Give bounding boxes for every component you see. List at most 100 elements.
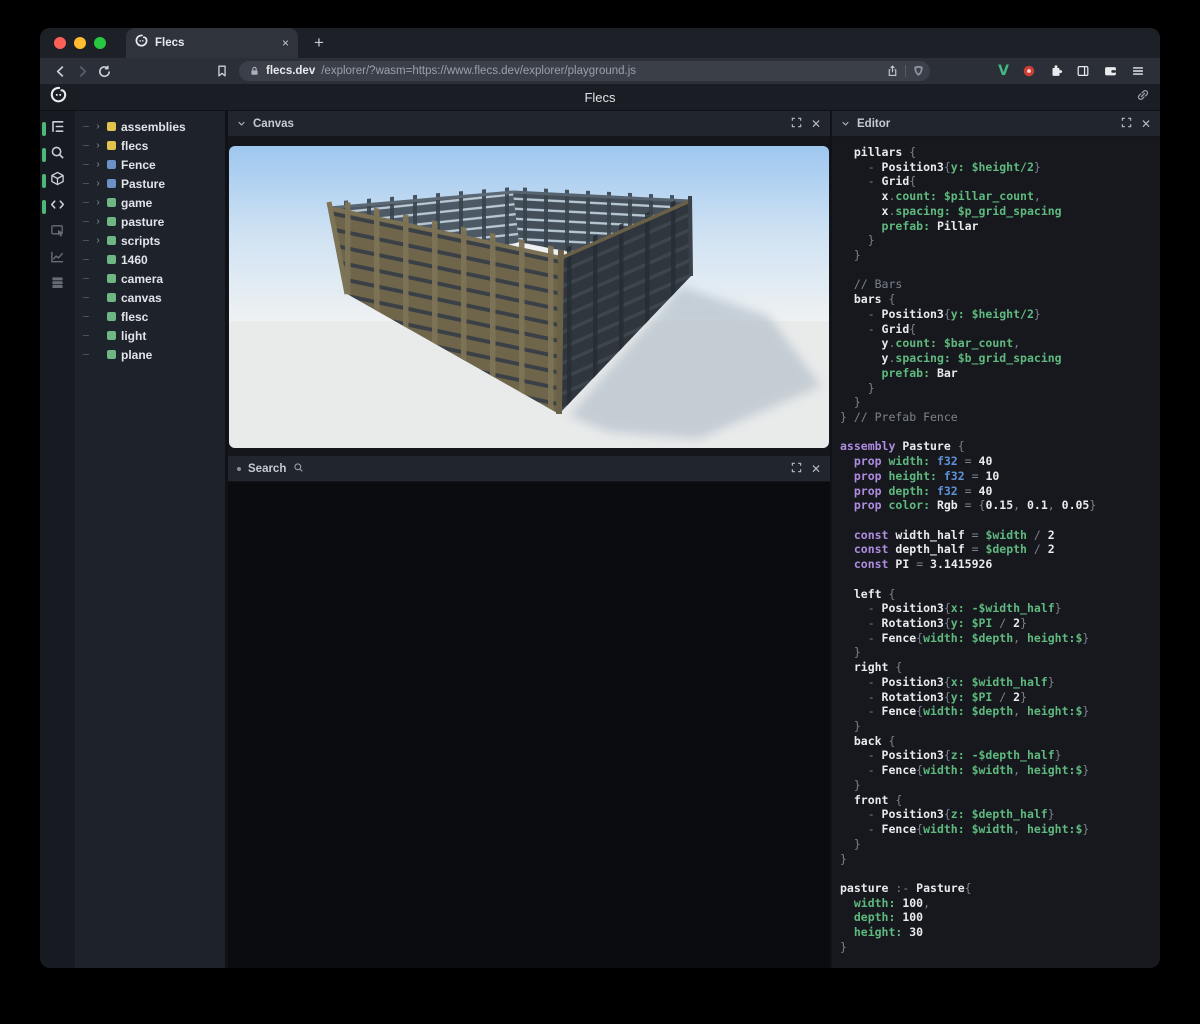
tab-close-icon[interactable]: × <box>282 37 289 49</box>
code-line[interactable]: } <box>840 837 1160 852</box>
expand-chevron-icon[interactable]: › <box>94 236 102 246</box>
sidebar-toggle-icon[interactable] <box>1076 64 1090 78</box>
code-line[interactable]: prop color: Rgb = {0.15, 0.1, 0.05} <box>840 498 1160 513</box>
reload-icon[interactable] <box>93 61 115 81</box>
code-line[interactable]: - Grid{ <box>840 322 1160 337</box>
canvas-panel-header[interactable]: Canvas ✕ <box>228 111 830 137</box>
close-window-button[interactable] <box>54 37 66 49</box>
code-line[interactable]: x.count: $pillar_count, <box>840 189 1160 204</box>
extensions-puzzle-icon[interactable] <box>1049 64 1063 78</box>
expand-chevron-icon[interactable]: › <box>94 198 102 208</box>
code-line[interactable]: - Position3{y: $height/2} <box>840 160 1160 175</box>
tree-item-light[interactable]: light <box>75 326 225 345</box>
code-line[interactable]: } <box>840 940 1160 955</box>
close-icon[interactable]: ✕ <box>1141 118 1151 130</box>
code-line[interactable]: depth: 100 <box>840 910 1160 925</box>
tree-item-game[interactable]: ›game <box>75 193 225 212</box>
close-icon[interactable]: ✕ <box>811 463 821 475</box>
minimize-window-button[interactable] <box>74 37 86 49</box>
rail-item-tree-view-icon[interactable] <box>40 120 75 138</box>
rail-item-code-icon[interactable] <box>40 198 75 216</box>
vue-devtools-icon[interactable]: V <box>998 63 1009 79</box>
code-line[interactable]: - Rotation3{y: $PI / 2} <box>840 616 1160 631</box>
code-line[interactable]: // Bars <box>840 277 1160 292</box>
code-line[interactable]: } <box>840 645 1160 660</box>
code-line[interactable]: - Fence{width: $width, height:$} <box>840 822 1160 837</box>
code-line[interactable]: prop height: f32 = 10 <box>840 469 1160 484</box>
collapsed-dot-icon[interactable] <box>237 467 241 471</box>
code-line[interactable]: - Fence{width: $depth, height:$} <box>840 631 1160 646</box>
code-line[interactable]: } <box>840 233 1160 248</box>
code-line[interactable]: assembly Pasture { <box>840 439 1160 454</box>
rail-item-search-icon[interactable] <box>40 146 75 164</box>
code-line[interactable]: prop width: f32 = 40 <box>840 454 1160 469</box>
close-icon[interactable]: ✕ <box>811 118 821 130</box>
wallet-icon[interactable] <box>1103 64 1118 78</box>
3d-viewport[interactable] <box>229 146 829 448</box>
code-line[interactable]: } // Prefab Fence <box>840 410 1160 425</box>
code-line[interactable]: - Position3{x: -$width_half} <box>840 601 1160 616</box>
chevron-down-icon[interactable] <box>841 115 850 133</box>
code-line[interactable]: - Fence{width: $depth, height:$} <box>840 704 1160 719</box>
code-line[interactable]: right { <box>840 660 1160 675</box>
code-line[interactable]: y.spacing: $b_grid_spacing <box>840 351 1160 366</box>
expand-chevron-icon[interactable]: › <box>94 179 102 189</box>
expand-chevron-icon[interactable]: › <box>94 160 102 170</box>
rail-item-chart-icon[interactable] <box>40 250 75 268</box>
expand-chevron-icon[interactable]: › <box>94 217 102 227</box>
chevron-down-icon[interactable] <box>237 115 246 133</box>
code-line[interactable]: - Position3{z: -$depth_half} <box>840 748 1160 763</box>
code-line[interactable]: } <box>840 719 1160 734</box>
tree-item-Fence[interactable]: ›Fence <box>75 155 225 174</box>
brave-shield-icon[interactable] <box>912 64 925 78</box>
code-line[interactable]: } <box>840 778 1160 793</box>
rail-item-tables-icon[interactable] <box>40 276 75 294</box>
code-line[interactable]: - Position3{x: $width_half} <box>840 675 1160 690</box>
flecs-logo-icon[interactable] <box>50 86 67 108</box>
code-line[interactable]: prefab: Bar <box>840 366 1160 381</box>
code-line[interactable]: left { <box>840 587 1160 602</box>
fullscreen-icon[interactable] <box>791 115 802 133</box>
share-icon[interactable] <box>886 64 899 78</box>
tree-item-flecs[interactable]: ›flecs <box>75 136 225 155</box>
code-line[interactable]: - Position3{z: $depth_half} <box>840 807 1160 822</box>
extension-red-icon[interactable] <box>1022 64 1036 78</box>
code-line[interactable]: const depth_half = $depth / 2 <box>840 542 1160 557</box>
code-line[interactable] <box>840 866 1160 881</box>
menu-hamburger-icon[interactable] <box>1131 64 1145 78</box>
code-line[interactable]: } <box>840 395 1160 410</box>
rail-item-cube-icon[interactable] <box>40 172 75 190</box>
code-line[interactable]: } <box>840 852 1160 867</box>
code-line[interactable] <box>840 263 1160 278</box>
code-line[interactable]: prefab: Pillar <box>840 219 1160 234</box>
code-line[interactable]: pillars { <box>840 145 1160 160</box>
search-panel-header[interactable]: Search ✕ <box>228 456 830 482</box>
code-line[interactable]: - Rotation3{y: $PI / 2} <box>840 690 1160 705</box>
tree-item-camera[interactable]: camera <box>75 269 225 288</box>
code-line[interactable]: x.spacing: $p_grid_spacing <box>840 204 1160 219</box>
code-line[interactable]: const PI = 3.1415926 <box>840 557 1160 572</box>
code-line[interactable] <box>840 425 1160 440</box>
editor-panel-header[interactable]: Editor ✕ <box>832 111 1160 137</box>
code-line[interactable]: } <box>840 381 1160 396</box>
fullscreen-icon[interactable] <box>1121 115 1132 133</box>
code-line[interactable]: prop depth: f32 = 40 <box>840 484 1160 499</box>
tree-item-assemblies[interactable]: ›assemblies <box>75 117 225 136</box>
bookmark-icon[interactable] <box>211 61 233 81</box>
expand-chevron-icon[interactable]: › <box>94 141 102 151</box>
url-bar[interactable]: flecs.dev /explorer/?wasm=https://www.fl… <box>239 61 930 81</box>
tree-item-canvas[interactable]: canvas <box>75 288 225 307</box>
code-line[interactable]: y.count: $bar_count, <box>840 336 1160 351</box>
code-line[interactable]: - Fence{width: $width, height:$} <box>840 763 1160 778</box>
forward-icon[interactable] <box>71 61 93 81</box>
tree-item-pasture[interactable]: ›pasture <box>75 212 225 231</box>
zoom-window-button[interactable] <box>94 37 106 49</box>
code-line[interactable]: - Position3{y: $height/2} <box>840 307 1160 322</box>
back-icon[interactable] <box>49 61 71 81</box>
code-line[interactable]: height: 30 <box>840 925 1160 940</box>
code-line[interactable]: } <box>840 248 1160 263</box>
code-line[interactable] <box>840 513 1160 528</box>
tree-item-plane[interactable]: plane <box>75 345 225 364</box>
rail-item-inspector-icon[interactable] <box>40 224 75 242</box>
code-line[interactable]: const width_half = $width / 2 <box>840 528 1160 543</box>
